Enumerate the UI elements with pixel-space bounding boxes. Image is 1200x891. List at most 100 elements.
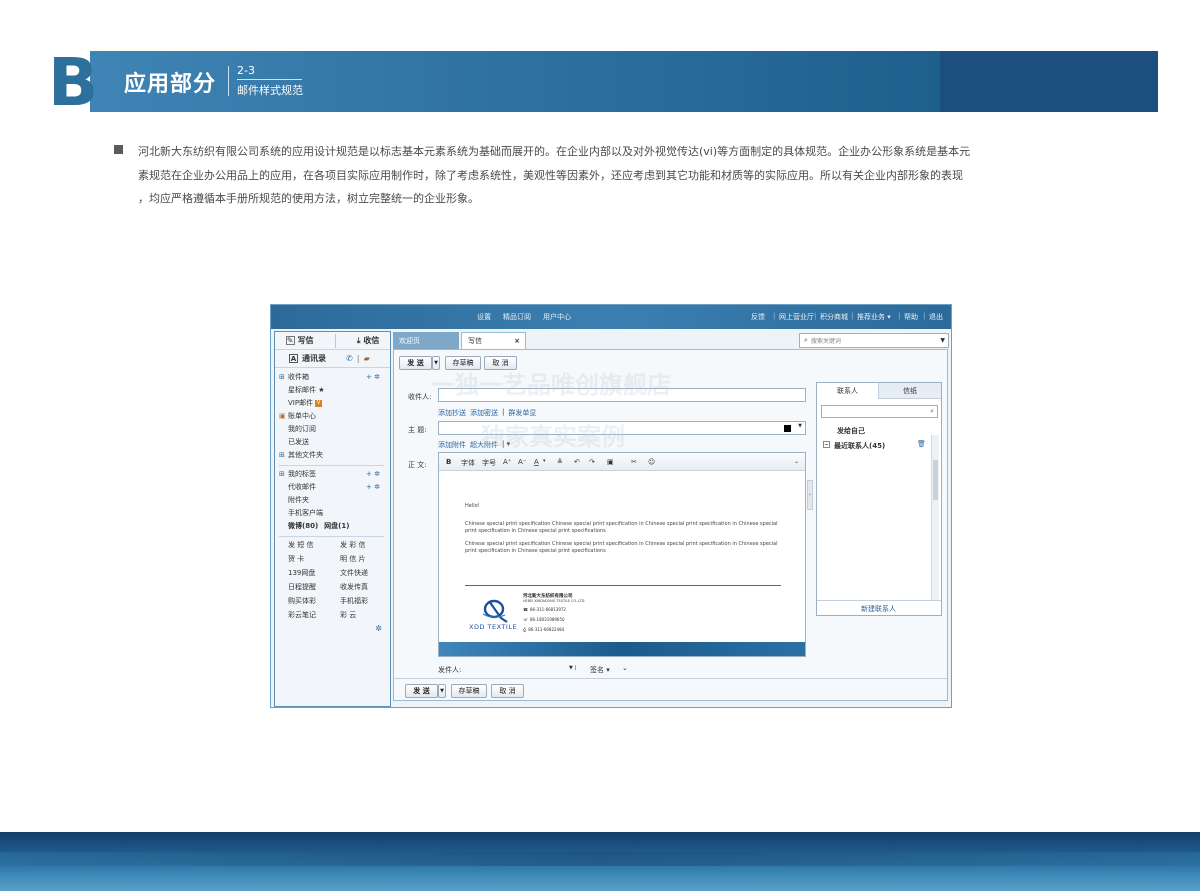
search-input[interactable]: 搜索关键词 (811, 336, 841, 345)
service-fax[interactable]: 收发传真 (340, 582, 368, 593)
scissors-icon[interactable]: ✂ (631, 458, 637, 466)
add-attachment-link[interactable]: 添加附件 (438, 440, 466, 450)
nav-subscription[interactable]: 精品订阅 (503, 312, 531, 322)
tab-welcome[interactable]: 欢迎页 (393, 332, 459, 349)
phone-icon[interactable]: ✆ (346, 354, 353, 363)
netdisk-link[interactable]: 网盘(1) (324, 521, 349, 532)
folder-list: ⊞ 收件箱 + ✲ 星标邮件 ★ VIP邮件 V ▣ 账单中心 我的订阅 已发送 ⊞ 其他… (275, 368, 390, 633)
scrollbar[interactable] (931, 435, 939, 601)
nav-online-hall[interactable]: 网上营业厅 (779, 312, 814, 322)
font-grow-icon[interactable]: A⁺ (503, 458, 511, 466)
font-family-button[interactable]: 字体 (461, 458, 475, 468)
weibo-link[interactable]: 微博(80) (288, 521, 318, 532)
service-express[interactable]: 文件快递 (340, 568, 368, 579)
service-lottery[interactable]: 购买体彩 (288, 596, 340, 607)
service-calendar[interactable]: 日程提醒 (288, 582, 340, 593)
service-cloud[interactable]: 彩 云 (340, 610, 356, 621)
recent-contacts[interactable]: − 最近联系人(45) (823, 441, 885, 451)
expand-icon[interactable]: ⌄ (794, 458, 799, 465)
signature-phone-1: ☎ 86-311-66813972 (523, 607, 566, 612)
folder-inbox[interactable]: ⊞ 收件箱 + ✲ (279, 372, 390, 383)
folder-starred[interactable]: 星标邮件 ★ (279, 385, 390, 396)
tab-contacts[interactable]: 联系人 (817, 383, 879, 399)
folder-attachments[interactable]: 附件夹 (279, 495, 390, 506)
send-button[interactable]: 发 送 (399, 356, 432, 370)
nav-help[interactable]: 帮助 (904, 312, 918, 322)
service-mobile-lottery[interactable]: 手机福彩 (340, 596, 368, 607)
watermark-line-2: 独家真实案例 (481, 423, 625, 451)
chevron-down-icon[interactable]: ▼ (798, 423, 802, 429)
nav-feedback[interactable]: 反馈 (751, 312, 765, 322)
service-disk[interactable]: 139网盘 (288, 568, 340, 579)
section-subtitle: 邮件样式规范 (237, 84, 303, 97)
box-icon[interactable]: ▰ (364, 354, 370, 363)
contacts-icon: A (289, 354, 298, 363)
folder-other[interactable]: ⊞ 其他文件夹 (279, 450, 390, 461)
new-contact-link[interactable]: 新建联系人 (861, 604, 896, 614)
service-card[interactable]: 贺 卡 (288, 554, 340, 565)
service-notes[interactable]: 彩云笔记 (288, 610, 340, 621)
folder-collect[interactable]: 代收邮件 + ✲ (279, 482, 390, 493)
tab-paper[interactable]: 信纸 (879, 383, 941, 399)
folder-tags[interactable]: ⊞ 我的标签 + ✲ (279, 469, 390, 480)
color-swatch[interactable] (784, 425, 791, 432)
chevron-down-icon[interactable]: ▼ (940, 337, 945, 344)
contacts-button[interactable]: 通讯录 (302, 353, 326, 364)
folder-sent[interactable]: 已发送 (279, 437, 390, 448)
folder-vip[interactable]: VIP邮件 V (279, 398, 390, 409)
highlight-icon[interactable]: ≜ (557, 458, 563, 466)
nav-user-center[interactable]: 用户中心 (543, 312, 571, 322)
folder-bills[interactable]: ▣ 账单中心 (279, 411, 390, 422)
search-icon[interactable]: ⌕ (930, 407, 934, 416)
inbox-button[interactable]: ⤓ 收信 (357, 335, 380, 346)
section-underline (237, 79, 302, 80)
search-box[interactable]: ⌕ 搜索关键词 ▼ (799, 333, 949, 348)
mail-top-bar: 设置 精品订阅 用户中心 反馈 | 网上营业厅 | 积分商城 | 推荐业务 ▾ … (271, 305, 951, 329)
image-icon[interactable]: ▣ (607, 458, 614, 466)
font-size-button[interactable]: 字号 (482, 458, 496, 468)
nav-logout[interactable]: 退出 (929, 312, 943, 322)
rich-text-editor[interactable]: B 字体 字号 A⁺ A⁻ A ▾ ≜ ↶ ↷ ▣ ✂ ☺ ⌄ Hello! C… (438, 452, 806, 657)
nav-settings[interactable]: 设置 (477, 312, 491, 322)
sender-label: 发件人: (438, 666, 462, 674)
service-postcard[interactable]: 明 信 片 (340, 554, 365, 565)
mail-client-screenshot: 设置 精品订阅 用户中心 反馈 | 网上营业厅 | 积分商城 | 推荐业务 ▾ … (270, 304, 952, 708)
redo-icon[interactable]: ↷ (589, 458, 595, 466)
sender-dropdown[interactable]: ▼ | (569, 665, 576, 671)
service-sms[interactable]: 发 短 信 (288, 540, 340, 551)
tab-write[interactable]: 写信 × (461, 332, 526, 349)
write-button[interactable]: ✎ 写信 (285, 335, 314, 346)
font-color-icon[interactable]: A (534, 458, 539, 466)
section-number: 2-3 (237, 64, 255, 77)
contacts-panel: 联系人 信纸 ⌕ 发给自己 − 最近联系人(45) 🗑 新建联系人 (816, 382, 942, 616)
cancel-button-bottom[interactable]: 取 消 (491, 684, 524, 698)
folder-mobile[interactable]: 手机客户端 (279, 508, 390, 519)
gear-icon[interactable]: ✲ (279, 624, 382, 633)
send-to-self[interactable]: 发给自己 (837, 426, 865, 436)
service-mms[interactable]: 发 彩 信 (340, 540, 365, 551)
send-options-dropdown-bottom[interactable]: ▼ (438, 684, 446, 698)
bold-icon[interactable]: B (446, 458, 451, 466)
nav-points-mall[interactable]: 积分商城 (820, 312, 848, 322)
chevron-down-icon[interactable]: ▾ (543, 458, 546, 464)
folder-subscription[interactable]: 我的订阅 (279, 424, 390, 435)
section-title: 应用部分 (124, 72, 217, 97)
undo-icon[interactable]: ↶ (574, 458, 580, 466)
send-button-bottom[interactable]: 发 送 (405, 684, 438, 698)
collapse-icon[interactable]: − (823, 441, 830, 448)
close-icon[interactable]: × (514, 337, 520, 345)
signature-brand: XDD TEXTILE (469, 623, 518, 631)
contact-search-input[interactable]: ⌕ (821, 405, 938, 418)
trash-icon[interactable]: 🗑 (917, 440, 926, 448)
save-draft-button-bottom[interactable]: 存草稿 (451, 684, 487, 698)
add-cc-link[interactable]: 添加抄送 (438, 408, 466, 418)
signature-fax: ⎙ 86-311-66822484 (523, 627, 565, 632)
nav-recommend[interactable]: 推荐业务 ▾ (857, 312, 891, 322)
font-shrink-icon[interactable]: A⁻ (518, 458, 526, 466)
panel-splitter[interactable]: › (807, 480, 813, 510)
signature-dropdown[interactable]: 签名 ▾ (590, 665, 610, 675)
body-greeting: Hello! (465, 503, 480, 509)
expand-icon[interactable]: ⌄ (622, 664, 628, 672)
body-paragraph-1: Chinese special print specification Chin… (465, 521, 778, 534)
emoji-icon[interactable]: ☺ (648, 458, 655, 466)
